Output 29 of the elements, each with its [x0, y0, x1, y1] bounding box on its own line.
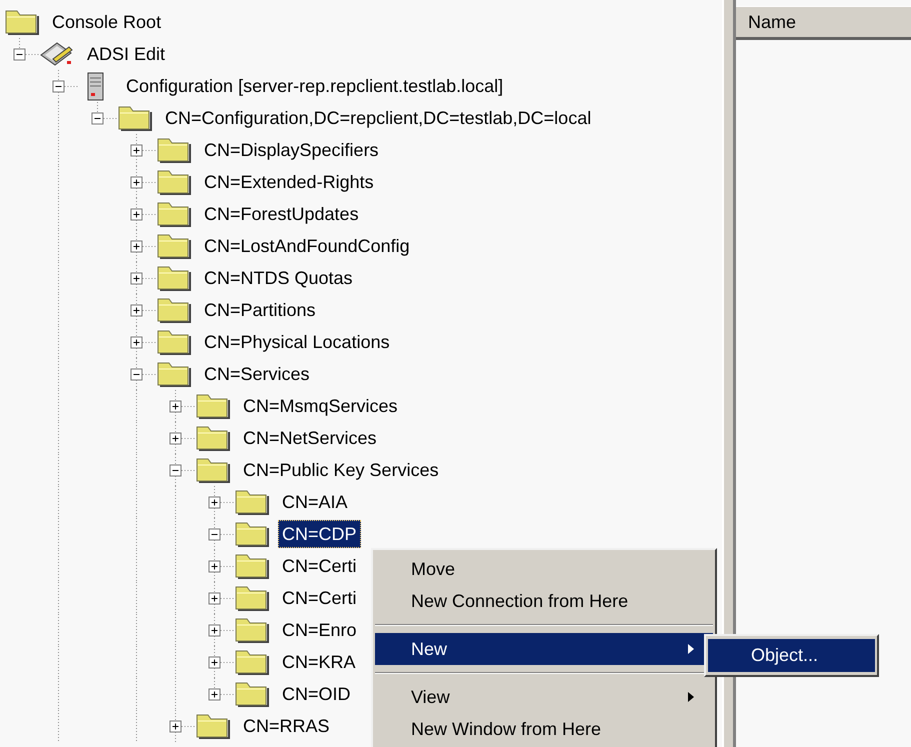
tree-item[interactable]: CN=CDP [278, 520, 361, 548]
tree-item[interactable]: CN=LostAndFoundConfig [200, 232, 414, 260]
tree-item[interactable]: Console Root [48, 8, 166, 36]
tree-item[interactable]: CN=ForestUpdates [200, 200, 363, 228]
tree-item[interactable]: CN=RRAS [239, 712, 334, 740]
tree-item[interactable]: CN=Certi [278, 584, 361, 612]
tree-item[interactable]: CN=OID [278, 680, 355, 708]
tree-item[interactable]: CN=Partitions [200, 296, 320, 324]
menu-item[interactable]: New [375, 633, 713, 665]
tree-item[interactable]: CN=KRA [278, 648, 360, 676]
tree-item[interactable]: CN=NTDS Quotas [200, 264, 357, 292]
tree-item[interactable]: Configuration [server-rep.repclient.testlab.local] [122, 72, 508, 100]
tree-item[interactable]: CN=AIA [278, 488, 352, 516]
tree-item[interactable]: CN=Configuration,DC=repclient,DC=testlab,DC=local [161, 104, 596, 132]
tree-item[interactable]: CN=Services [200, 360, 314, 388]
tree-item[interactable]: CN=Extended-Rights [200, 168, 378, 196]
tree-item[interactable]: CN=MsmqServices [239, 392, 402, 420]
menu-item[interactable]: Object... [708, 639, 875, 672]
tree-item[interactable]: CN=Physical Locations [200, 328, 394, 356]
menu-item[interactable]: New Connection from Here [375, 585, 713, 617]
tree-item[interactable]: ADSI Edit [83, 40, 170, 68]
tree-item[interactable]: CN=Public Key Services [239, 456, 443, 484]
menu-item[interactable]: New Window from Here [375, 713, 713, 745]
tree-item[interactable]: CN=Enro [278, 616, 361, 644]
tree-item[interactable]: CN=DisplaySpecifiers [200, 136, 383, 164]
menu-item[interactable]: Move [375, 553, 713, 585]
menu-item[interactable]: View [375, 681, 713, 713]
tree-item[interactable]: CN=NetServices [239, 424, 381, 452]
tree-item[interactable]: CN=Certi [278, 552, 361, 580]
